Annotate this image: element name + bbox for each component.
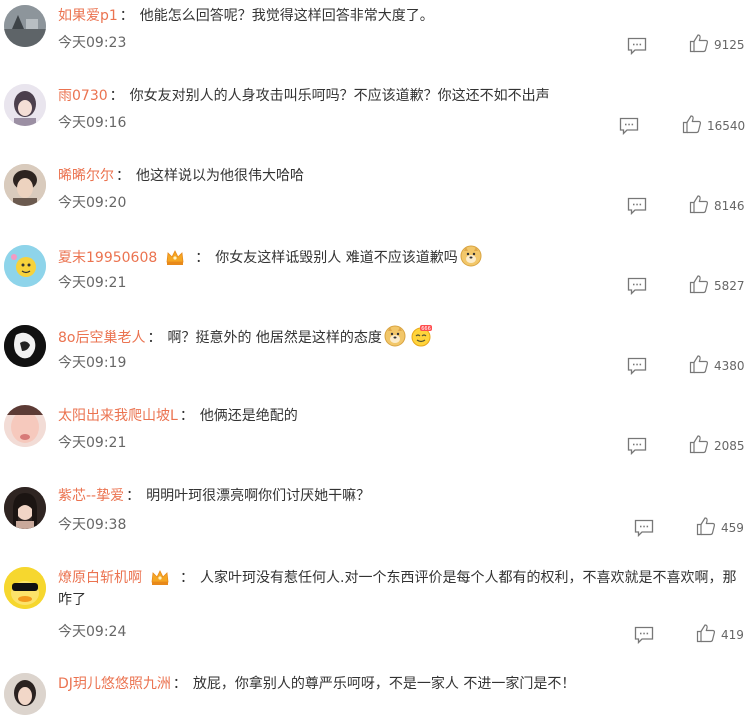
like-count: 419 xyxy=(721,628,744,642)
username-link[interactable]: 8o后空巢老人 xyxy=(58,330,145,346)
like-button[interactable]: 8146 xyxy=(689,194,745,218)
crown-badge-icon[interactable] xyxy=(165,248,185,266)
username-link[interactable]: DJ玥儿悠悠照九洲 xyxy=(58,676,171,692)
thumbs-up-icon xyxy=(696,623,716,647)
colon-separator: ： xyxy=(180,570,194,586)
thumbs-up-icon xyxy=(689,33,709,57)
thumbs-up-icon xyxy=(689,354,709,378)
comment-item: 如果爱p1： 他能怎么回答呢？我觉得这样回答非常大度了。 今天09:23 9125 xyxy=(0,0,750,80)
doge-emoji-icon xyxy=(460,245,482,267)
reply-icon[interactable] xyxy=(619,117,639,136)
comment-item: 紫芯--挚爱： 明明叶珂很漂亮啊你们讨厌她干嘛？ 今天09:38 459 xyxy=(0,480,750,560)
reply-icon[interactable] xyxy=(627,37,647,56)
avatar[interactable] xyxy=(4,5,46,47)
comment-time: 今天09:21 xyxy=(58,435,127,451)
comment-item: 晞晞尔尔： 他这样说以为他很伟大哈哈 今天09:20 8146 xyxy=(0,160,750,240)
avatar[interactable] xyxy=(4,245,46,287)
avatar[interactable] xyxy=(4,84,46,126)
colon-separator: ： xyxy=(172,676,187,692)
comment-time: 今天09:21 xyxy=(58,275,127,291)
comment-item: 8o后空巢老人： 啊？挺意外的 他居然是这样的态度 666 今天09:19 4380 xyxy=(0,320,750,400)
reply-icon[interactable] xyxy=(634,626,654,645)
avatar[interactable] xyxy=(4,405,46,447)
comment-time: 今天09:20 xyxy=(58,195,127,211)
like-button[interactable]: 2085 xyxy=(689,434,745,458)
comment-text: 他俩还是绝配的 xyxy=(199,408,298,424)
username-link[interactable]: 夏末19950608 xyxy=(58,250,157,266)
avatar[interactable] xyxy=(4,325,46,367)
comment-line: 紫芯--挚爱： 明明叶珂很漂亮啊你们讨厌她干嘛？ xyxy=(58,485,742,507)
like-button[interactable]: 419 xyxy=(696,623,744,647)
doge-emoji-icon xyxy=(384,325,406,347)
comment-item: 太阳出来我爬山坡L： 他俩还是绝配的 今天09:21 2085 xyxy=(0,400,750,480)
comment-time: 今天09:24 xyxy=(58,624,127,640)
username-link[interactable]: 太阳出来我爬山坡L xyxy=(58,408,178,424)
comment-item: 夏末19950608 ： 你女友这样诋毁别人 难道不应该道歉吗 今天09:21 58… xyxy=(0,240,750,320)
colon-separator: ： xyxy=(195,250,210,266)
crown-badge-icon[interactable] xyxy=(150,568,170,586)
comment-text: 他这样说以为他很伟大哈哈 xyxy=(136,168,304,184)
comment-item: DJ玥儿悠悠照九洲： 放屁，你拿别人的尊严乐呵呀，不是一家人 不进一家门是不！ xyxy=(0,668,750,715)
username-link[interactable]: 紫芯--挚爱 xyxy=(58,488,124,504)
reply-icon[interactable] xyxy=(627,357,647,376)
thumbs-up-icon xyxy=(696,516,716,540)
comment-time: 今天09:16 xyxy=(58,115,127,131)
comment-line: 燎原白斩机啊：人家叶珂没有惹任何人.对一个东西评价是每个人都有的权利，不喜欢就是… xyxy=(58,567,738,611)
colon-separator: ： xyxy=(147,330,162,346)
comment-text: 放屁，你拿别人的尊严乐呵呀，不是一家人 不进一家门是不！ xyxy=(192,676,576,692)
comment-text: 啊？挺意外的 他居然是这样的态度 xyxy=(167,330,382,346)
comment-text: 明明叶珂很漂亮啊你们讨厌她干嘛？ xyxy=(146,488,371,504)
like-count: 5827 xyxy=(714,279,745,293)
avatar[interactable] xyxy=(4,487,46,529)
reply-icon[interactable] xyxy=(634,519,654,538)
thumbs-up-icon xyxy=(689,194,709,218)
comment-text: 你女友这样诋毁别人 难道不应该道歉吗 xyxy=(215,250,458,266)
like-button[interactable]: 16540 xyxy=(682,114,746,138)
comment-line: 雨0730： 你女友对别人的人身攻击叫乐呵吗？不应该道歉？你这还不如不出声 xyxy=(58,85,742,107)
comment-line: 8o后空巢老人： 啊？挺意外的 他居然是这样的态度 666 xyxy=(58,325,742,349)
like-count: 2085 xyxy=(714,439,745,453)
like-count: 8146 xyxy=(714,199,745,213)
like-count: 4380 xyxy=(714,359,745,373)
colon-separator: ： xyxy=(119,8,134,24)
comment-time: 今天09:38 xyxy=(58,517,127,533)
thumbs-up-icon xyxy=(682,114,702,138)
colon-separator: ： xyxy=(109,88,124,104)
colon-separator: ： xyxy=(116,168,130,184)
like-count: 9125 xyxy=(714,38,745,52)
username-link[interactable]: 如果爱p1 xyxy=(58,8,118,24)
comment-line: 夏末19950608 ： 你女友这样诋毁别人 难道不应该道歉吗 xyxy=(58,245,742,269)
reply-icon[interactable] xyxy=(627,437,647,456)
like-count: 16540 xyxy=(707,119,746,133)
avatar[interactable] xyxy=(4,567,46,609)
comment-text: 他能怎么回答呢？我觉得这样回答非常大度了。 xyxy=(139,8,434,24)
like-button[interactable]: 5827 xyxy=(689,274,745,298)
comment-item: 雨0730： 你女友对别人的人身攻击叫乐呵吗？不应该道歉？你这还不如不出声 今天0… xyxy=(0,80,750,160)
comment-line: 如果爱p1： 他能怎么回答呢？我觉得这样回答非常大度了。 xyxy=(58,5,742,27)
like-button[interactable]: 4380 xyxy=(689,354,745,378)
comment-line: DJ玥儿悠悠照九洲： 放屁，你拿别人的尊严乐呵呀，不是一家人 不进一家门是不！ xyxy=(58,673,742,695)
like-button[interactable]: 9125 xyxy=(689,33,745,57)
username-link[interactable]: 雨0730 xyxy=(58,88,108,104)
reply-icon[interactable] xyxy=(627,197,647,216)
comment-text: 你女友对别人的人身攻击叫乐呵吗？不应该道歉？你这还不如不出声 xyxy=(129,88,550,104)
svg-text:666: 666 xyxy=(421,326,431,332)
reply-icon[interactable] xyxy=(627,277,647,296)
like-button[interactable]: 459 xyxy=(696,516,744,540)
thumbs-up-icon xyxy=(689,434,709,458)
comment-time: 今天09:23 xyxy=(58,35,127,51)
avatar[interactable] xyxy=(4,673,46,715)
666-emoji-icon: 666 xyxy=(410,325,432,347)
avatar[interactable] xyxy=(4,164,46,206)
colon-separator: ： xyxy=(179,408,194,424)
thumbs-up-icon xyxy=(689,274,709,298)
username-link[interactable]: 晞晞尔尔 xyxy=(58,168,114,184)
comment-line: 太阳出来我爬山坡L： 他俩还是绝配的 xyxy=(58,405,742,427)
comment-line: 晞晞尔尔： 他这样说以为他很伟大哈哈 xyxy=(58,165,742,187)
comment-time: 今天09:19 xyxy=(58,355,127,371)
username-link[interactable]: 燎原白斩机啊 xyxy=(58,570,142,586)
colon-separator: ： xyxy=(126,488,141,504)
like-count: 459 xyxy=(721,521,744,535)
comment-item: 燎原白斩机啊：人家叶珂没有惹任何人.对一个东西评价是每个人都有的权利，不喜欢就是… xyxy=(0,562,750,660)
